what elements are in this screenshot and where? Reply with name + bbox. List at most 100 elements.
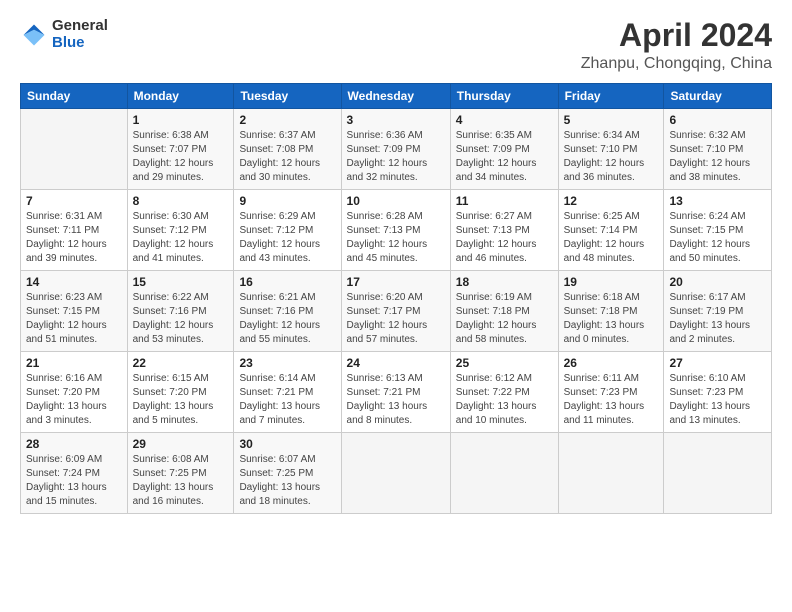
week-row-1: 1 Sunrise: 6:38 AM Sunset: 7:07 PM Daylig… xyxy=(21,109,772,190)
day-number: 6 xyxy=(669,113,766,127)
day-info: Sunrise: 6:28 AM Sunset: 7:13 PM Dayligh… xyxy=(347,210,445,266)
day-info: Sunrise: 6:20 AM Sunset: 7:17 PM Dayligh… xyxy=(347,291,445,347)
day-number: 7 xyxy=(26,194,122,208)
header-row: Sunday Monday Tuesday Wednesday Thursday… xyxy=(21,84,772,109)
cell-w2-d6: 12 Sunrise: 6:25 AM Sunset: 7:14 PM Dayli… xyxy=(558,190,664,271)
day-info: Sunrise: 6:29 AM Sunset: 7:12 PM Dayligh… xyxy=(239,210,335,266)
subtitle: Zhanpu, Chongqing, China xyxy=(581,55,772,73)
day-info: Sunrise: 6:25 AM Sunset: 7:14 PM Dayligh… xyxy=(564,210,659,266)
day-info: Sunrise: 6:07 AM Sunset: 7:25 PM Dayligh… xyxy=(239,453,335,509)
day-number: 10 xyxy=(347,194,445,208)
cell-w3-d1: 14 Sunrise: 6:23 AM Sunset: 7:15 PM Dayli… xyxy=(21,271,128,352)
page: General Blue April 2024 Zhanpu, Chongqin… xyxy=(0,0,792,612)
day-number: 28 xyxy=(26,437,122,451)
cell-w3-d7: 20 Sunrise: 6:17 AM Sunset: 7:19 PM Dayli… xyxy=(664,271,772,352)
day-number: 16 xyxy=(239,275,335,289)
day-info: Sunrise: 6:35 AM Sunset: 7:09 PM Dayligh… xyxy=(456,129,553,185)
day-number: 12 xyxy=(564,194,659,208)
day-number: 19 xyxy=(564,275,659,289)
day-info: Sunrise: 6:14 AM Sunset: 7:21 PM Dayligh… xyxy=(239,372,335,428)
day-number: 2 xyxy=(239,113,335,127)
cell-w1-d5: 4 Sunrise: 6:35 AM Sunset: 7:09 PM Daylig… xyxy=(450,109,558,190)
day-number: 13 xyxy=(669,194,766,208)
day-info: Sunrise: 6:37 AM Sunset: 7:08 PM Dayligh… xyxy=(239,129,335,185)
calendar-body: 1 Sunrise: 6:38 AM Sunset: 7:07 PM Daylig… xyxy=(21,109,772,514)
day-info: Sunrise: 6:34 AM Sunset: 7:10 PM Dayligh… xyxy=(564,129,659,185)
week-row-3: 14 Sunrise: 6:23 AM Sunset: 7:15 PM Dayli… xyxy=(21,271,772,352)
cell-w1-d7: 6 Sunrise: 6:32 AM Sunset: 7:10 PM Daylig… xyxy=(664,109,772,190)
day-number: 24 xyxy=(347,356,445,370)
cell-w5-d4 xyxy=(341,433,450,514)
day-info: Sunrise: 6:16 AM Sunset: 7:20 PM Dayligh… xyxy=(26,372,122,428)
day-number: 8 xyxy=(133,194,229,208)
day-number: 9 xyxy=(239,194,335,208)
col-saturday: Saturday xyxy=(664,84,772,109)
cell-w3-d6: 19 Sunrise: 6:18 AM Sunset: 7:18 PM Dayli… xyxy=(558,271,664,352)
col-monday: Monday xyxy=(127,84,234,109)
day-number: 17 xyxy=(347,275,445,289)
day-number: 20 xyxy=(669,275,766,289)
day-info: Sunrise: 6:18 AM Sunset: 7:18 PM Dayligh… xyxy=(564,291,659,347)
day-info: Sunrise: 6:23 AM Sunset: 7:15 PM Dayligh… xyxy=(26,291,122,347)
cell-w4-d1: 21 Sunrise: 6:16 AM Sunset: 7:20 PM Dayli… xyxy=(21,352,128,433)
day-number: 21 xyxy=(26,356,122,370)
day-info: Sunrise: 6:38 AM Sunset: 7:07 PM Dayligh… xyxy=(133,129,229,185)
cell-w1-d6: 5 Sunrise: 6:34 AM Sunset: 7:10 PM Daylig… xyxy=(558,109,664,190)
day-info: Sunrise: 6:15 AM Sunset: 7:20 PM Dayligh… xyxy=(133,372,229,428)
week-row-2: 7 Sunrise: 6:31 AM Sunset: 7:11 PM Daylig… xyxy=(21,190,772,271)
day-info: Sunrise: 6:21 AM Sunset: 7:16 PM Dayligh… xyxy=(239,291,335,347)
cell-w4-d5: 25 Sunrise: 6:12 AM Sunset: 7:22 PM Dayli… xyxy=(450,352,558,433)
day-info: Sunrise: 6:31 AM Sunset: 7:11 PM Dayligh… xyxy=(26,210,122,266)
day-number: 25 xyxy=(456,356,553,370)
cell-w1-d2: 1 Sunrise: 6:38 AM Sunset: 7:07 PM Daylig… xyxy=(127,109,234,190)
day-number: 3 xyxy=(347,113,445,127)
day-number: 18 xyxy=(456,275,553,289)
day-number: 4 xyxy=(456,113,553,127)
day-info: Sunrise: 6:12 AM Sunset: 7:22 PM Dayligh… xyxy=(456,372,553,428)
calendar-header: Sunday Monday Tuesday Wednesday Thursday… xyxy=(21,84,772,109)
day-number: 27 xyxy=(669,356,766,370)
cell-w4-d2: 22 Sunrise: 6:15 AM Sunset: 7:20 PM Dayli… xyxy=(127,352,234,433)
cell-w4-d6: 26Sunrise: 6:11 AM Sunset: 7:23 PM Dayli… xyxy=(558,352,664,433)
col-sunday: Sunday xyxy=(21,84,128,109)
day-info: Sunrise: 6:09 AM Sunset: 7:24 PM Dayligh… xyxy=(26,453,122,509)
cell-w2-d5: 11 Sunrise: 6:27 AM Sunset: 7:13 PM Dayli… xyxy=(450,190,558,271)
day-info: Sunrise: 6:19 AM Sunset: 7:18 PM Dayligh… xyxy=(456,291,553,347)
day-number: 14 xyxy=(26,275,122,289)
col-friday: Friday xyxy=(558,84,664,109)
cell-w4-d4: 24Sunrise: 6:13 AM Sunset: 7:21 PM Dayli… xyxy=(341,352,450,433)
cell-w5-d2: 29Sunrise: 6:08 AM Sunset: 7:25 PM Dayli… xyxy=(127,433,234,514)
day-number: 5 xyxy=(564,113,659,127)
day-number: 29 xyxy=(133,437,229,451)
day-number: 1 xyxy=(133,113,229,127)
day-info: Sunrise: 6:32 AM Sunset: 7:10 PM Dayligh… xyxy=(669,129,766,185)
day-number: 30 xyxy=(239,437,335,451)
cell-w5-d6 xyxy=(558,433,664,514)
day-info: Sunrise: 6:17 AM Sunset: 7:19 PM Dayligh… xyxy=(669,291,766,347)
day-info: Sunrise: 6:22 AM Sunset: 7:16 PM Dayligh… xyxy=(133,291,229,347)
day-info: Sunrise: 6:36 AM Sunset: 7:09 PM Dayligh… xyxy=(347,129,445,185)
day-number: 22 xyxy=(133,356,229,370)
logo-icon xyxy=(20,21,48,49)
day-info: Sunrise: 6:30 AM Sunset: 7:12 PM Dayligh… xyxy=(133,210,229,266)
day-info: Sunrise: 6:11 AM Sunset: 7:23 PM Dayligh… xyxy=(564,372,659,428)
cell-w3-d3: 16 Sunrise: 6:21 AM Sunset: 7:16 PM Dayli… xyxy=(234,271,341,352)
cell-w3-d4: 17 Sunrise: 6:20 AM Sunset: 7:17 PM Dayli… xyxy=(341,271,450,352)
cell-w4-d7: 27 Sunrise: 6:10 AM Sunset: 7:23 PM Dayli… xyxy=(664,352,772,433)
logo: General Blue xyxy=(20,18,108,51)
logo-text: General Blue xyxy=(52,18,108,51)
day-number: 11 xyxy=(456,194,553,208)
day-info: Sunrise: 6:27 AM Sunset: 7:13 PM Dayligh… xyxy=(456,210,553,266)
cell-w2-d1: 7 Sunrise: 6:31 AM Sunset: 7:11 PM Daylig… xyxy=(21,190,128,271)
col-tuesday: Tuesday xyxy=(234,84,341,109)
cell-w1-d1 xyxy=(21,109,128,190)
week-row-4: 21 Sunrise: 6:16 AM Sunset: 7:20 PM Dayli… xyxy=(21,352,772,433)
day-number: 23 xyxy=(239,356,335,370)
col-wednesday: Wednesday xyxy=(341,84,450,109)
cell-w5-d1: 28 Sunrise: 6:09 AM Sunset: 7:24 PM Dayli… xyxy=(21,433,128,514)
cell-w2-d4: 10 Sunrise: 6:28 AM Sunset: 7:13 PM Dayli… xyxy=(341,190,450,271)
day-info: Sunrise: 6:24 AM Sunset: 7:15 PM Dayligh… xyxy=(669,210,766,266)
cell-w5-d7 xyxy=(664,433,772,514)
day-info: Sunrise: 6:10 AM Sunset: 7:23 PM Dayligh… xyxy=(669,372,766,428)
cell-w2-d2: 8 Sunrise: 6:30 AM Sunset: 7:12 PM Daylig… xyxy=(127,190,234,271)
